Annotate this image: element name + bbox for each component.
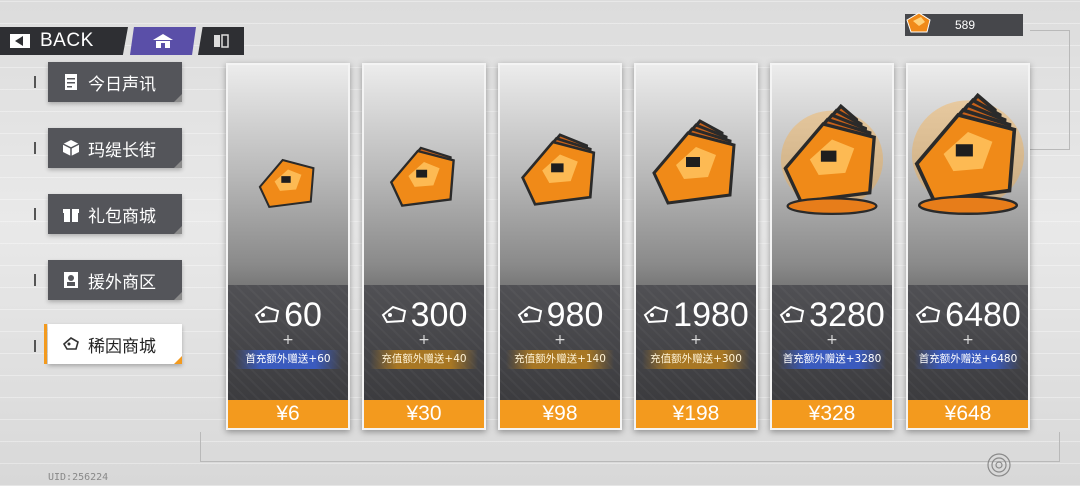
crystal-amount: 300 bbox=[364, 297, 484, 333]
bonus-badge: 首充额外赠送+6480 bbox=[914, 350, 1022, 369]
plus-sign: + bbox=[554, 332, 566, 348]
bonus-badge: 充值额外赠送+140 bbox=[506, 350, 614, 369]
price-button[interactable]: ¥648 bbox=[908, 400, 1028, 428]
background-frame bbox=[200, 432, 1060, 462]
crystal-pack-icon bbox=[780, 104, 884, 215]
plus-sign: + bbox=[282, 332, 294, 348]
crystal-amount: 3280 bbox=[772, 297, 892, 333]
back-label: BACK bbox=[40, 30, 94, 51]
sidebar-item-label: 礼包商城 bbox=[88, 206, 156, 227]
crystal-amount-value: 980 bbox=[546, 296, 604, 334]
id-card-icon bbox=[64, 272, 78, 288]
plus-sign: + bbox=[418, 332, 430, 348]
crystal-icon bbox=[517, 305, 542, 324]
price-button[interactable]: ¥98 bbox=[500, 400, 620, 428]
document-icon bbox=[65, 74, 77, 90]
bonus-badge: 充值额外赠送+40 bbox=[370, 350, 478, 369]
menu-button[interactable] bbox=[198, 27, 244, 55]
crystal-icon bbox=[62, 337, 79, 350]
crystal-icon bbox=[643, 305, 669, 324]
bonus-badge: 充值额外赠送+300 bbox=[642, 350, 750, 369]
crystal-amount: 60 bbox=[228, 297, 348, 333]
bonus-badge: 首充额外赠送+60 bbox=[234, 350, 342, 369]
sidebar-item-street[interactable]: 玛缇长街 bbox=[48, 128, 182, 168]
price-button[interactable]: ¥328 bbox=[772, 400, 892, 428]
plus-sign: + bbox=[826, 332, 838, 348]
sidebar-tick bbox=[34, 142, 36, 154]
crystal-amount: 6480 bbox=[908, 297, 1028, 333]
crystal-icon bbox=[254, 305, 280, 324]
sidebar-item-daily-news[interactable]: 今日声讯 bbox=[48, 62, 182, 102]
currency-display: 589 bbox=[905, 12, 1023, 36]
product-card[interactable]: 1980 + 充值额外赠送+300 ¥198 bbox=[634, 63, 758, 430]
crystal-amount-value: 1980 bbox=[673, 296, 749, 334]
sidebar-item-label: 稀因商城 bbox=[88, 336, 156, 357]
product-card[interactable]: 60 + 首充额外赠送+60 ¥6 bbox=[226, 63, 350, 430]
price-button[interactable]: ¥198 bbox=[636, 400, 756, 428]
price-button[interactable]: ¥6 bbox=[228, 400, 348, 428]
fingerprint-icon[interactable] bbox=[986, 452, 1012, 478]
sidebar-item-rare-shop[interactable]: 稀因商城 bbox=[44, 324, 182, 364]
menu-icon bbox=[214, 34, 229, 48]
crystal-amount-value: 60 bbox=[284, 296, 322, 334]
crystal-icon bbox=[779, 305, 805, 324]
crystal-amount-value: 300 bbox=[410, 296, 468, 334]
product-card[interactable]: 3280 + 首充额外赠送+3280 ¥328 bbox=[770, 63, 894, 430]
crystal-amount-value: 3280 bbox=[809, 296, 885, 334]
crystal-icon bbox=[381, 305, 406, 324]
product-card[interactable]: 300 + 充值额外赠送+40 ¥30 bbox=[362, 63, 486, 430]
sidebar-tick bbox=[34, 208, 36, 220]
crystal-amount: 980 bbox=[500, 297, 620, 333]
cube-icon bbox=[62, 140, 80, 156]
crystal-pack-icon bbox=[389, 146, 455, 207]
back-button[interactable]: BACK bbox=[0, 27, 128, 55]
sidebar-tick bbox=[34, 76, 36, 88]
crystal-pack-icon bbox=[521, 133, 596, 206]
price-button[interactable]: ¥30 bbox=[364, 400, 484, 428]
product-card[interactable]: 980 + 充值额外赠送+140 ¥98 bbox=[498, 63, 622, 430]
product-card[interactable]: 6480 + 首充额外赠送+6480 ¥648 bbox=[906, 63, 1030, 430]
home-button[interactable] bbox=[130, 27, 196, 55]
sidebar-item-label: 今日声讯 bbox=[88, 74, 156, 95]
sidebar-item-label: 援外商区 bbox=[88, 272, 156, 293]
bonus-badge: 首充额外赠送+3280 bbox=[778, 350, 886, 369]
sidebar-tick bbox=[34, 340, 36, 352]
crystal-amount-value: 6480 bbox=[945, 296, 1021, 334]
sidebar-item-label: 玛缇长街 bbox=[88, 140, 156, 161]
top-navigation: BACK bbox=[0, 27, 244, 55]
home-icon bbox=[153, 34, 173, 48]
crystal-icon bbox=[906, 12, 931, 33]
crystal-amount: 1980 bbox=[636, 297, 756, 333]
sidebar-item-foreign-aid[interactable]: 援外商区 bbox=[48, 260, 182, 300]
plus-sign: + bbox=[690, 332, 702, 348]
currency-value: 589 bbox=[955, 18, 976, 32]
crystal-pack-icon bbox=[258, 158, 315, 209]
gift-icon bbox=[63, 209, 79, 222]
sidebar-tick bbox=[34, 274, 36, 286]
user-id: UID:256224 bbox=[48, 472, 109, 483]
back-arrow-icon bbox=[10, 34, 30, 48]
crystal-icon bbox=[915, 305, 941, 324]
crystal-pack-icon bbox=[911, 93, 1025, 215]
background-frame-right bbox=[1030, 30, 1070, 150]
crystal-pack-icon bbox=[652, 119, 736, 205]
sidebar-item-gift-shop[interactable]: 礼包商城 bbox=[48, 194, 182, 234]
plus-sign: + bbox=[962, 332, 974, 348]
